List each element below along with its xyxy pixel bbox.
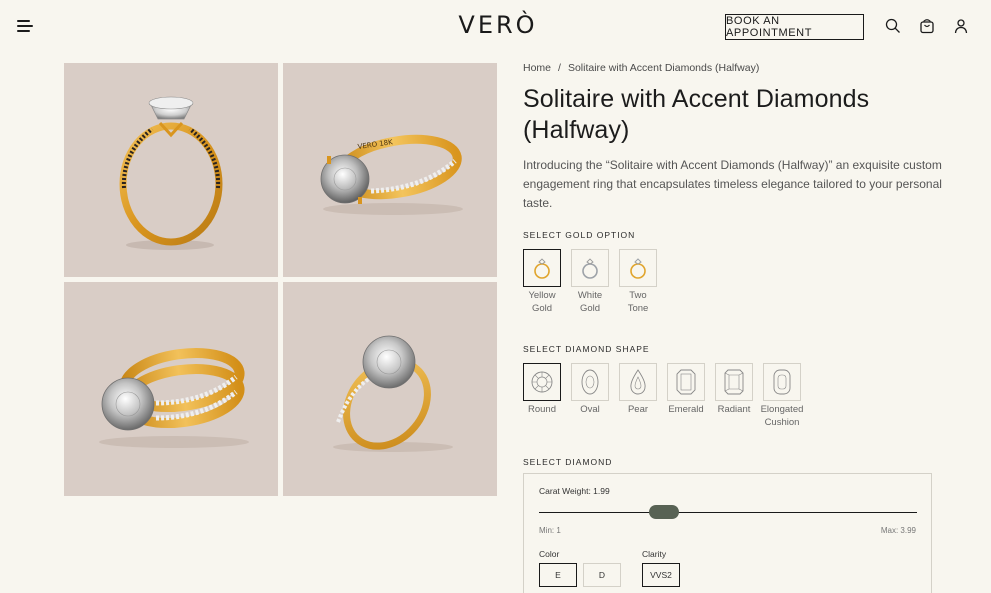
two-tone-ring-icon bbox=[630, 258, 646, 279]
shape-option-elongated-cushion[interactable]: Elongated Cushion bbox=[761, 363, 803, 429]
breadcrumb: Home / Solitaire with Accent Diamonds (Hal… bbox=[523, 62, 759, 74]
elongated-cushion-diamond-icon bbox=[773, 369, 791, 395]
oval-diamond-icon bbox=[581, 369, 599, 395]
shape-option-oval[interactable]: Oval bbox=[571, 363, 609, 417]
gold-option-yellow[interactable]: Yellow Gold bbox=[523, 249, 561, 315]
book-appointment-button[interactable]: BOOK AN APPOINTMENT bbox=[725, 14, 864, 40]
product-image-angle[interactable]: VERO 18K bbox=[283, 63, 497, 277]
shape-option-round[interactable]: Round bbox=[523, 363, 561, 417]
carat-slider-track[interactable] bbox=[539, 512, 917, 513]
color-option-d[interactable]: D bbox=[583, 563, 621, 587]
carat-min-label: Min: 1 bbox=[539, 526, 561, 535]
emerald-diamond-icon bbox=[676, 369, 696, 395]
shape-option-pear[interactable]: Pear bbox=[619, 363, 657, 417]
breadcrumb-separator: / bbox=[558, 62, 561, 74]
clarity-option-vvs2[interactable]: VVS2 bbox=[642, 563, 680, 587]
product-image-top[interactable] bbox=[283, 282, 497, 496]
breadcrumb-current: Solitaire with Accent Diamonds (Halfway) bbox=[567, 62, 760, 74]
account-icon[interactable] bbox=[953, 18, 969, 34]
gold-option-two-tone[interactable]: Two Tone bbox=[619, 249, 657, 315]
carat-slider-thumb[interactable] bbox=[649, 505, 680, 519]
carat-max-label: Max: 3.99 bbox=[880, 526, 916, 535]
pear-diamond-icon bbox=[630, 369, 646, 395]
color-label: Color bbox=[539, 549, 560, 559]
brand-logo[interactable]: VERÒ bbox=[448, 9, 548, 39]
search-icon[interactable] bbox=[885, 18, 901, 34]
radiant-diamond-icon bbox=[724, 369, 744, 395]
gold-option-label-line2: Tone bbox=[627, 302, 649, 314]
diamond-selector-panel: Carat Weight: 1.99 Min: 1 Max: 3.99 Colo… bbox=[523, 473, 932, 593]
clarity-label: Clarity bbox=[642, 549, 667, 559]
color-option-e[interactable]: E bbox=[539, 563, 577, 587]
gold-option-label: SELECT GOLD OPTION bbox=[523, 230, 636, 240]
product-image-front[interactable] bbox=[64, 63, 278, 277]
round-diamond-icon bbox=[531, 371, 553, 393]
gold-option-white[interactable]: White Gold bbox=[571, 249, 609, 315]
shape-option-radiant[interactable]: Radiant bbox=[715, 363, 753, 417]
logo-text: VERÒ bbox=[458, 9, 537, 39]
product-image-stacked[interactable] bbox=[64, 282, 278, 496]
breadcrumb-home-link[interactable]: Home bbox=[523, 62, 551, 74]
cart-icon[interactable] bbox=[919, 18, 935, 34]
white-gold-ring-icon bbox=[582, 258, 598, 279]
shape-option-label-line1: Elongated bbox=[760, 404, 804, 415]
carat-weight-label: Carat Weight: 1.99 bbox=[539, 486, 610, 496]
menu-icon[interactable] bbox=[17, 19, 33, 33]
yellow-gold-ring-icon bbox=[534, 258, 550, 279]
product-description: Introducing the “Solitaire with Accent D… bbox=[523, 158, 942, 210]
select-diamond-label: SELECT DIAMOND bbox=[523, 457, 613, 467]
shape-option-label-line2: Cushion bbox=[764, 416, 800, 428]
gold-option-label-line1: Two bbox=[629, 290, 647, 301]
shape-option-emerald[interactable]: Emerald bbox=[667, 363, 705, 417]
product-title: Solitaire with Accent Diamonds (Halfway) bbox=[523, 85, 870, 144]
diamond-shape-label: SELECT DIAMOND SHAPE bbox=[523, 344, 650, 354]
